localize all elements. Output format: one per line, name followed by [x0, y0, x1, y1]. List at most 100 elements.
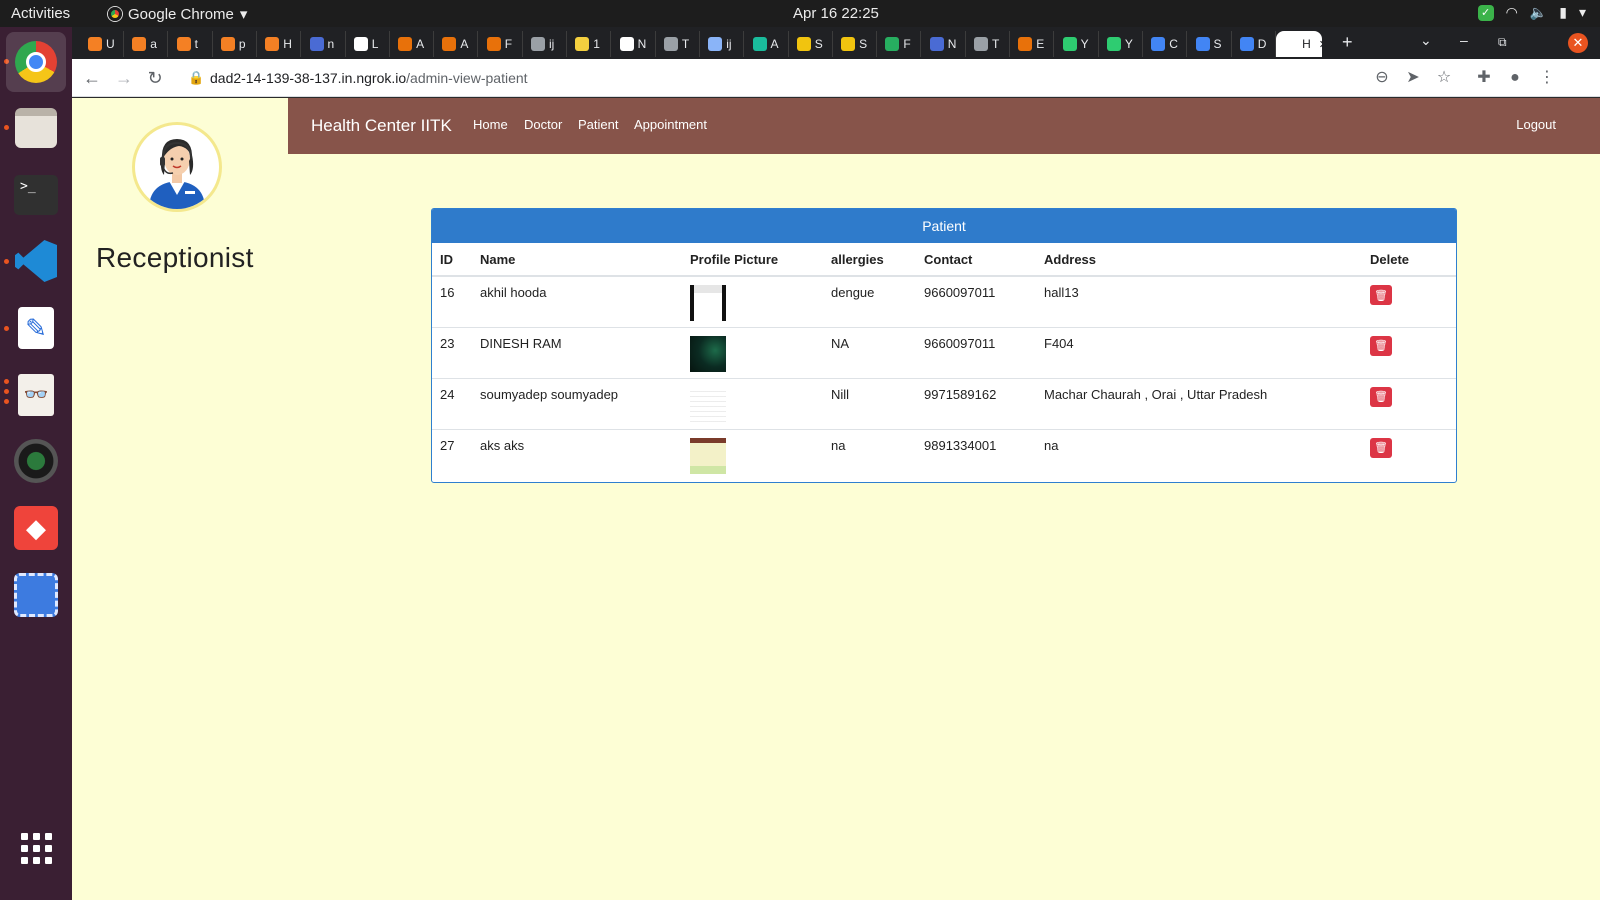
pattern-icon [841, 37, 856, 51]
new-tab-icon[interactable]: + [1342, 32, 1353, 53]
browser-tab[interactable]: S [833, 31, 878, 57]
browser-tab[interactable]: p [213, 31, 257, 57]
cell-name: soumyadep soumyadep [472, 377, 682, 429]
address-bar[interactable]: 🔒 dad2-14-139-38-137.in.ngrok.io/admin-v… [176, 62, 1422, 94]
browser-window: Ua t p Hn L A A Fij 1 N Tij A S S F N T E Y Y C S D H ✕ + ⌄ – ⧉ … [72, 27, 1600, 900]
profile-picture-thumbnail[interactable] [690, 335, 726, 372]
cell-delete: 🗑 [1362, 428, 1456, 480]
browser-tab[interactable]: D [1232, 31, 1276, 57]
cell-delete: 🗑 [1362, 326, 1456, 378]
browser-tab[interactable]: ij [523, 31, 567, 57]
nav-doctor[interactable]: Doctor [524, 117, 562, 132]
table-row: 23 DINESH RAM NA 9660097011 F404 🗑 [432, 326, 1456, 378]
tab-title: 1 [593, 37, 600, 51]
cell-address: Machar Chaurah , Orai , Uttar Pradesh [1036, 377, 1362, 429]
pattern-icon [796, 37, 811, 51]
browser-tab[interactable]: A [745, 31, 789, 57]
browser-tab[interactable]: a [124, 31, 169, 57]
browser-tab[interactable]: S [1188, 31, 1232, 57]
menu-kebab-icon[interactable]: ⋮ [1535, 66, 1559, 90]
camera-icon [14, 439, 58, 483]
browser-tab[interactable]: C [1143, 31, 1188, 57]
dock-chrome[interactable] [6, 32, 66, 92]
browser-tab[interactable]: Y [1099, 31, 1143, 57]
delete-patient-button[interactable]: 🗑 [1370, 335, 1392, 356]
tab-close-icon[interactable]: ✕ [1319, 38, 1328, 51]
tab-search-icon[interactable]: ⌄ [1420, 32, 1432, 49]
chrome-icon [108, 7, 122, 21]
bookmark-star-icon[interactable]: ☆ [1432, 66, 1456, 90]
dock-anydesk[interactable]: ◆ [13, 505, 59, 551]
app-menu[interactable]: Google Chrome ▾ [108, 5, 247, 23]
dock-document-viewer[interactable]: 👓 [13, 372, 59, 418]
delete-patient-button[interactable]: 🗑 [1370, 386, 1392, 407]
delete-patient-button[interactable]: 🗑 [1370, 285, 1392, 305]
profile-picture-thumbnail[interactable] [690, 386, 726, 423]
cell-contact: 9891334001 [916, 428, 1036, 480]
browser-tab[interactable]: A [390, 31, 435, 57]
browser-tab[interactable]: T [966, 31, 1010, 57]
window-close-icon[interactable]: ✕ [1568, 33, 1588, 53]
delete-patient-button[interactable]: 🗑 [1370, 437, 1392, 458]
browser-tab[interactable]: A [434, 31, 479, 57]
tab-title: Y [1080, 37, 1089, 51]
extensions-icon[interactable]: ✚ [1472, 66, 1496, 90]
nav-patient[interactable]: Patient [578, 117, 618, 132]
lock-icon[interactable]: 🔒 [188, 62, 204, 94]
dock-screenshot[interactable] [13, 572, 59, 618]
nav-home[interactable]: Home [473, 117, 508, 132]
browser-tab[interactable]: N [612, 31, 656, 57]
browser-tab[interactable]: t [169, 31, 213, 57]
browser-tab[interactable]: n [302, 31, 346, 57]
cell-id: 27 [432, 428, 472, 480]
browser-tab[interactable]: S [789, 31, 833, 57]
browser-tab[interactable]: Y [1055, 31, 1099, 57]
nav-appointment[interactable]: Appointment [634, 117, 707, 132]
stackoverflow-icon [132, 37, 147, 51]
browser-tab[interactable]: F [479, 31, 523, 57]
column-header-contact: Contact [916, 243, 1036, 277]
dock-text-editor[interactable]: ✎ [13, 305, 59, 351]
browser-tab[interactable]: T [656, 31, 700, 57]
activities-button[interactable]: Activities [11, 5, 70, 22]
table-icon [708, 37, 723, 51]
browser-tab[interactable]: 1 [567, 31, 612, 57]
minimize-icon[interactable]: – [1460, 32, 1468, 48]
browser-tab[interactable]: H [257, 31, 302, 57]
leaf-icon [1106, 37, 1121, 51]
system-tray[interactable]: ✓ ◠ 🔈 ▮ ▾ [1477, 4, 1586, 21]
dock-terminal[interactable]: >_ [13, 172, 59, 218]
profile-icon[interactable]: ● [1503, 66, 1527, 90]
dock-camera[interactable] [13, 438, 59, 484]
browser-tab[interactable]: E [1010, 31, 1055, 57]
dock-vscode[interactable] [13, 238, 59, 284]
back-icon[interactable]: ← [80, 66, 104, 90]
running-indicator [4, 125, 9, 130]
browser-tab[interactable]: F [877, 31, 922, 57]
tab-title: S [814, 37, 823, 51]
role-title: Receptionist [96, 242, 254, 273]
r-icon [752, 37, 767, 51]
security-shield-icon[interactable]: ✓ [1477, 4, 1494, 21]
browser-tab[interactable]: N [922, 31, 966, 57]
maximize-icon[interactable]: ⧉ [1498, 35, 1507, 50]
profile-picture-thumbnail[interactable] [690, 437, 726, 474]
files-icon [15, 108, 57, 148]
reload-icon[interactable]: ↻ [143, 66, 167, 90]
logout-link[interactable]: Logout [1516, 117, 1556, 132]
graduation-cap-icon [309, 37, 324, 51]
browser-tab[interactable]: H ✕ [1276, 31, 1328, 57]
clock[interactable]: Apr 16 22:25 [793, 5, 879, 22]
dock-files[interactable] [13, 105, 59, 151]
browser-tab[interactable]: ij [700, 31, 745, 57]
zoom-icon[interactable]: ⊖ [1370, 66, 1394, 90]
forward-icon[interactable]: → [112, 66, 136, 90]
browser-tab[interactable]: U [80, 31, 124, 57]
profile-picture-thumbnail[interactable] [690, 285, 726, 321]
browser-tab[interactable]: L [346, 31, 390, 57]
cell-name: DINESH RAM [472, 326, 682, 378]
send-icon[interactable]: ➤ [1401, 66, 1425, 90]
brand-link[interactable]: Health Center IITK [311, 116, 452, 136]
column-header-allergies: allergies [823, 243, 916, 277]
show-applications-button[interactable] [13, 825, 59, 871]
